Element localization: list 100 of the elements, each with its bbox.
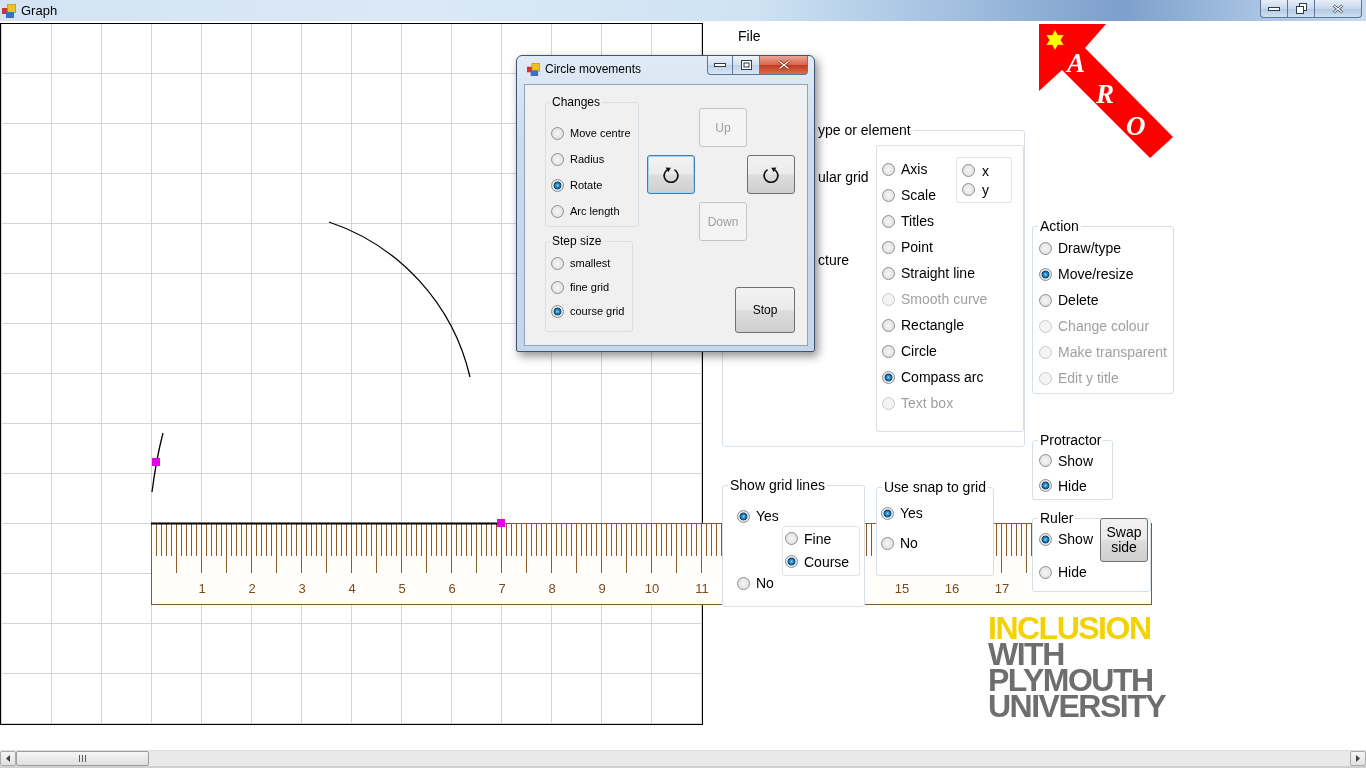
scroll-right-button[interactable]: [1350, 751, 1366, 766]
rotate-clockwise-button[interactable]: [647, 155, 695, 194]
radio-button[interactable]: [882, 240, 895, 254]
radio-label[interactable]: Compass arc: [901, 369, 984, 385]
radio-button[interactable]: [785, 532, 798, 545]
ruler-number: 9: [598, 581, 606, 596]
radio-label[interactable]: Radius: [570, 152, 605, 166]
radio-label[interactable]: No: [756, 575, 774, 591]
radio-label[interactable]: Draw/type: [1058, 240, 1122, 256]
radio-label[interactable]: No: [900, 535, 918, 551]
restore-button[interactable]: [1288, 0, 1315, 18]
grip-icon: [79, 755, 86, 762]
radio-button[interactable]: [1039, 454, 1052, 467]
group-title: Ruler: [1039, 510, 1075, 526]
ruler-number: 2: [248, 581, 256, 596]
rotate-anticlockwise-button[interactable]: [747, 155, 795, 194]
restore-icon: [1295, 3, 1307, 14]
scrollbar-thumb[interactable]: [16, 751, 149, 766]
radio-button[interactable]: [737, 576, 750, 590]
radio-button[interactable]: [1039, 565, 1052, 579]
radio-button[interactable]: [1039, 532, 1052, 546]
radio-button[interactable]: [882, 266, 895, 280]
ruler-number: 3: [298, 581, 306, 596]
radio-button[interactable]: [1039, 241, 1052, 255]
clockwise-arrow-icon: [663, 166, 679, 183]
ruler-number: 4: [348, 581, 356, 596]
radio-label[interactable]: cture: [818, 252, 850, 268]
logo-text: UNIVERSITY: [988, 693, 1166, 719]
radio-label[interactable]: Axis: [901, 161, 928, 177]
radio-button[interactable]: [962, 164, 975, 177]
close-button[interactable]: [760, 56, 808, 75]
radio-button[interactable]: [882, 162, 895, 176]
radio-label[interactable]: Fine: [804, 530, 832, 547]
dialog-title: Circle movements: [545, 62, 642, 76]
radio-button[interactable]: [882, 318, 895, 332]
radio-label[interactable]: Scale: [901, 187, 937, 203]
radio-button[interactable]: [551, 178, 564, 192]
radio-label[interactable]: Hide: [1058, 477, 1087, 494]
radio-label[interactable]: Show: [1058, 452, 1094, 469]
ruler-number: 8: [548, 581, 556, 596]
radio-label[interactable]: smallest: [570, 256, 611, 270]
radio-button[interactable]: [737, 509, 750, 523]
radio-button[interactable]: [551, 304, 564, 318]
minimize-icon: [714, 63, 726, 67]
radio-button[interactable]: [551, 126, 564, 140]
radio-label[interactable]: Yes: [756, 508, 779, 524]
radio-label[interactable]: Hide: [1058, 564, 1087, 580]
radio-label[interactable]: fine grid: [570, 280, 610, 294]
radio-label[interactable]: Point: [901, 239, 933, 255]
maximize-button[interactable]: [733, 56, 760, 75]
radio-button[interactable]: [881, 506, 894, 520]
radio-label[interactable]: Move centre: [570, 126, 631, 140]
close-icon: [777, 60, 790, 70]
radio-label[interactable]: Show: [1058, 531, 1094, 547]
close-button[interactable]: [1315, 0, 1362, 18]
radio-button[interactable]: [882, 370, 895, 384]
selection-handle[interactable]: [497, 519, 505, 527]
radio-label[interactable]: y: [982, 181, 989, 198]
radio-label[interactable]: course grid: [570, 304, 625, 318]
group-title: Show grid lines: [729, 477, 826, 493]
radio-button[interactable]: [1039, 479, 1052, 492]
logo-letter: A: [1067, 48, 1085, 78]
radio-button[interactable]: [1039, 267, 1052, 281]
radio-button[interactable]: [882, 344, 895, 358]
logo-text: PLYMOUTH: [988, 667, 1153, 693]
radio-button[interactable]: [962, 183, 975, 196]
radio-button[interactable]: [551, 204, 564, 218]
minimize-icon: [1268, 6, 1280, 11]
radio-button[interactable]: [551, 256, 564, 270]
radio-button[interactable]: [1039, 293, 1052, 307]
radio-button[interactable]: [881, 536, 894, 550]
radio-label[interactable]: Yes: [900, 505, 923, 521]
radio-label[interactable]: x: [982, 162, 989, 179]
app-icon: [527, 63, 540, 76]
radio-label[interactable]: Move/resize: [1058, 266, 1134, 282]
radio-label[interactable]: Arc length: [570, 204, 620, 218]
radio-label[interactable]: Rectangle: [901, 317, 965, 333]
radio-label[interactable]: ular grid: [818, 169, 869, 185]
stop-button[interactable]: Stop: [735, 287, 795, 333]
radio-label[interactable]: Delete: [1058, 292, 1099, 308]
scroll-left-button[interactable]: [0, 751, 16, 766]
radio-button[interactable]: [882, 188, 895, 202]
star-icon: [1046, 30, 1064, 50]
radio-button[interactable]: [551, 280, 564, 294]
minimize-button[interactable]: [1260, 0, 1288, 18]
radio-label[interactable]: Titles: [901, 213, 934, 229]
radio-button[interactable]: [785, 555, 798, 568]
swap-side-button[interactable]: Swap side: [1100, 518, 1148, 562]
selection-handle[interactable]: [152, 458, 160, 466]
radio-button[interactable]: [882, 214, 895, 228]
radio-label[interactable]: Circle: [901, 343, 937, 359]
minimize-button[interactable]: [707, 56, 733, 75]
maximize-icon: [740, 60, 752, 70]
radio-label[interactable]: Rotate: [570, 178, 603, 192]
radio-label[interactable]: Straight line: [901, 265, 975, 281]
ruler-number: 16: [944, 581, 960, 596]
file-menu[interactable]: File: [731, 25, 768, 47]
radio-button[interactable]: [551, 152, 564, 166]
radio-label[interactable]: Course: [804, 553, 850, 570]
ruler-number: 6: [448, 581, 456, 596]
